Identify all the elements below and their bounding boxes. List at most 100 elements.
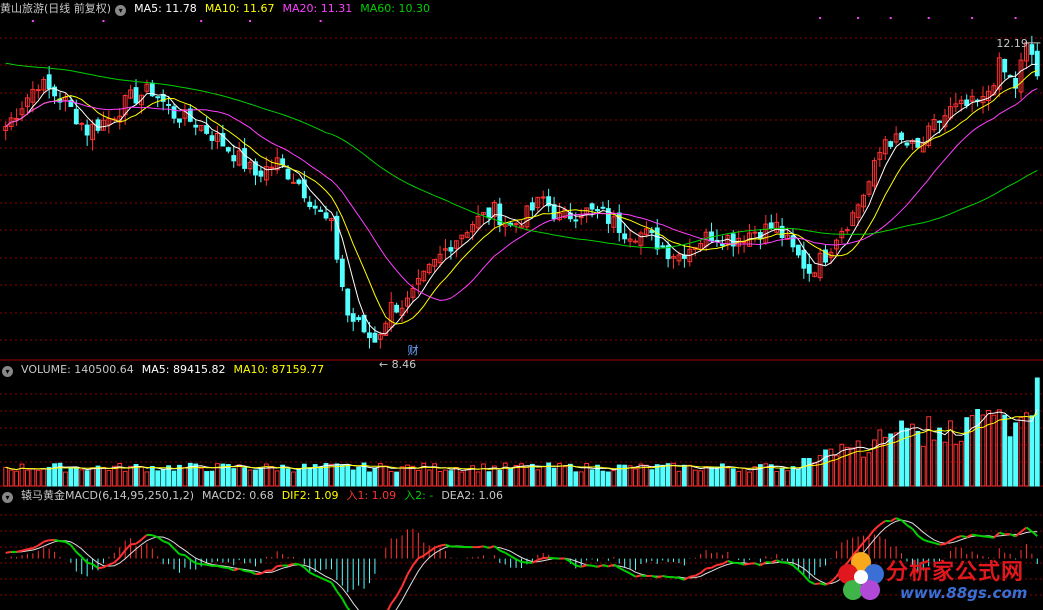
dropdown-icon[interactable]: ▾ bbox=[2, 492, 13, 503]
candle-body bbox=[801, 249, 807, 269]
volume-bar bbox=[415, 469, 421, 487]
volume-bar bbox=[204, 471, 210, 487]
dif-segment bbox=[862, 535, 870, 543]
dif-segment bbox=[173, 547, 181, 555]
volume-bar bbox=[991, 414, 997, 487]
volume-bar bbox=[8, 469, 14, 487]
candle-body bbox=[578, 216, 584, 219]
stock-title[interactable]: 黄山旅游(日线 前复权) bbox=[0, 2, 111, 15]
dif-segment bbox=[108, 561, 115, 566]
signal-marker bbox=[31, 20, 34, 22]
dif-segment bbox=[624, 569, 631, 575]
dif-segment bbox=[32, 544, 39, 550]
dif-segment bbox=[97, 566, 104, 570]
dif-segment bbox=[890, 517, 897, 523]
volume-bar bbox=[3, 466, 9, 487]
volume-bar bbox=[785, 470, 790, 487]
candle-body bbox=[1002, 58, 1008, 73]
dif-segment bbox=[961, 535, 967, 539]
volume-bar bbox=[410, 465, 416, 487]
signal-marker bbox=[1014, 17, 1017, 19]
volume-bar bbox=[122, 470, 128, 487]
dif-segment bbox=[754, 562, 761, 567]
candle-body bbox=[367, 332, 372, 339]
dropdown-icon[interactable]: ▾ bbox=[2, 366, 13, 377]
volume-bar bbox=[171, 470, 177, 487]
volume-bar bbox=[980, 414, 986, 487]
volume-bar bbox=[605, 471, 611, 487]
signal-marker bbox=[819, 17, 822, 19]
volume-bar bbox=[111, 465, 117, 487]
dropdown-icon[interactable]: ▾ bbox=[115, 5, 127, 16]
dif-segment bbox=[797, 569, 805, 577]
candle-body bbox=[204, 125, 210, 134]
volume-bar bbox=[35, 469, 41, 487]
signal-marker bbox=[927, 17, 930, 19]
volume-bar bbox=[920, 445, 926, 487]
volume-bar bbox=[1007, 436, 1013, 487]
candle-body bbox=[1029, 44, 1035, 55]
volume-ma5-line bbox=[5, 409, 1038, 471]
candle-body bbox=[73, 108, 79, 125]
in2-label: 入2: - bbox=[404, 489, 434, 502]
signal-marker bbox=[971, 17, 974, 19]
dif-segment bbox=[792, 564, 800, 571]
dif-segment bbox=[548, 556, 555, 560]
volume-bar bbox=[101, 466, 106, 487]
volume-bar bbox=[790, 466, 796, 487]
candle-body bbox=[888, 141, 894, 147]
volume-bar bbox=[589, 469, 595, 487]
volume-bar bbox=[671, 462, 676, 487]
dif-segment bbox=[75, 551, 83, 558]
volume-bar bbox=[812, 462, 818, 487]
dif-segment bbox=[580, 564, 587, 568]
dif-segment bbox=[91, 563, 99, 569]
finance-marker: 财 bbox=[407, 343, 418, 357]
dif-segment bbox=[320, 576, 327, 582]
ma10-label: MA10: 11.67 bbox=[204, 2, 275, 15]
volume-bar bbox=[258, 467, 264, 487]
volume-bar bbox=[84, 470, 90, 487]
volume-bar bbox=[741, 467, 747, 487]
dif-segment bbox=[977, 534, 984, 538]
dif-segment bbox=[314, 574, 322, 579]
dif-segment bbox=[59, 540, 66, 543]
volume-bar bbox=[448, 470, 454, 487]
volume-bar bbox=[274, 470, 280, 487]
dif-segment bbox=[591, 564, 598, 568]
volume-bar bbox=[909, 423, 915, 487]
volume-bar bbox=[475, 471, 481, 487]
dif-segment bbox=[749, 562, 756, 565]
volume-bar bbox=[823, 449, 828, 487]
dif-segment bbox=[184, 554, 191, 561]
dif-segment bbox=[743, 562, 750, 566]
dif-segment bbox=[879, 520, 886, 526]
dif-segment bbox=[922, 538, 930, 543]
candle-body bbox=[790, 235, 796, 248]
dif-segment bbox=[911, 528, 919, 537]
volume-bar bbox=[318, 466, 324, 487]
volume-bar bbox=[253, 469, 258, 487]
ma5-line bbox=[5, 63, 1038, 335]
candle-body bbox=[339, 258, 345, 288]
dif-segment bbox=[5, 550, 12, 554]
ma5-label: MA5: 11.78 bbox=[134, 2, 197, 15]
candle-body bbox=[654, 227, 660, 250]
volume-bar bbox=[247, 469, 253, 487]
candle-body bbox=[166, 103, 172, 106]
dif-segment bbox=[504, 551, 512, 557]
volume-bar bbox=[806, 458, 812, 487]
volume-bar bbox=[660, 464, 666, 487]
dif-segment bbox=[249, 570, 256, 575]
volume-bar bbox=[1034, 377, 1040, 487]
price-header: 黄山旅游(日线 前复权) ▾ MA5: 11.78 MA10: 11.67 MA20: … bbox=[0, 1, 438, 17]
volume-bar bbox=[861, 456, 866, 487]
dif-segment bbox=[330, 582, 338, 592]
candle-body bbox=[171, 106, 177, 119]
volume-bar bbox=[486, 471, 492, 487]
stock-chart: 12.19 ← 8.46财 bbox=[0, 17, 1043, 610]
volume-header: ▾ VOLUME: 140500.64 MA5: 89415.82 MA10: 871… bbox=[0, 362, 332, 378]
candle-body bbox=[209, 135, 215, 141]
candle-body bbox=[372, 332, 378, 343]
dif-segment bbox=[618, 566, 626, 572]
